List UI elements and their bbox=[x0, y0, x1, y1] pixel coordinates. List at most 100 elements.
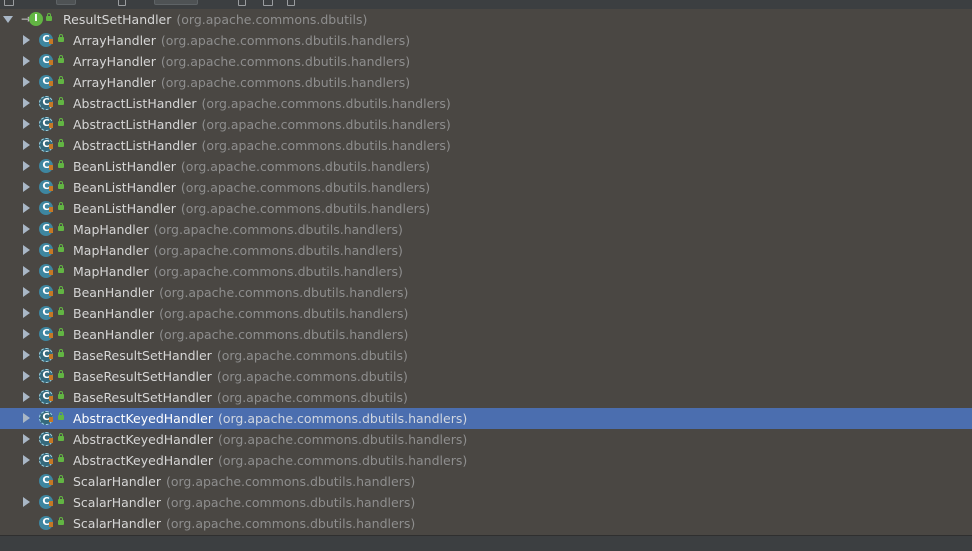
tree-row[interactable]: C ScalarHandler (org.apache.commons.dbutil… bbox=[0, 471, 972, 492]
toolbar-icon-scope[interactable] bbox=[118, 0, 126, 6]
class-name: BeanHandler bbox=[73, 327, 155, 342]
expand-arrow-icon[interactable] bbox=[23, 392, 30, 402]
tree-row[interactable]: C BaseResultSetHandler (org.apache.commons… bbox=[0, 387, 972, 408]
row-label: AbstractListHandler (org.apache.commons.d… bbox=[73, 117, 451, 132]
row-label: BaseResultSetHandler (org.apache.commons.… bbox=[73, 390, 408, 405]
tree-row[interactable]: C ArrayHandler (org.apache.commons.dbutils… bbox=[0, 72, 972, 93]
package-name: (org.apache.commons.dbutils.handlers) bbox=[165, 495, 416, 510]
tree-row[interactable]: C MapHandler (org.apache.commons.dbutils.h… bbox=[0, 219, 972, 240]
expand-arrow-icon[interactable] bbox=[23, 245, 30, 255]
row-label: MapHandler (org.apache.commons.dbutils.ha… bbox=[73, 243, 403, 258]
toolbar-icon-close[interactable] bbox=[287, 0, 295, 6]
class-name: BeanListHandler bbox=[73, 201, 176, 216]
lock-icon bbox=[58, 517, 64, 525]
tree-root-row[interactable]: → I ResultSetHandler (org.apache.commons.… bbox=[0, 9, 972, 30]
tree-row[interactable]: C AbstractKeyedHandler (org.apache.commons… bbox=[0, 450, 972, 471]
lock-icon bbox=[58, 55, 64, 63]
tree-row[interactable]: C BaseResultSetHandler (org.apache.commons… bbox=[0, 366, 972, 387]
type-hierarchy-window: → I ResultSetHandler (org.apache.commons.… bbox=[0, 0, 972, 551]
tree-row[interactable]: C BeanHandler (org.apache.commons.dbutils.… bbox=[0, 282, 972, 303]
package-name: (org.apache.commons.dbutils.handlers) bbox=[180, 180, 431, 195]
final-marker-icon bbox=[49, 249, 53, 254]
class-name: AbstractListHandler bbox=[73, 96, 197, 111]
expand-arrow-icon[interactable] bbox=[23, 371, 30, 381]
final-marker-icon bbox=[49, 522, 53, 527]
toolbar-toggle-button[interactable] bbox=[56, 0, 76, 5]
package-name: (org.apache.commons.dbutils.handlers) bbox=[159, 285, 409, 300]
class-name: AbstractKeyedHandler bbox=[73, 453, 213, 468]
tree-row[interactable]: C ScalarHandler (org.apache.commons.dbutil… bbox=[0, 513, 972, 534]
tree-row[interactable]: C BeanHandler (org.apache.commons.dbutils.… bbox=[0, 303, 972, 324]
row-label: BeanHandler (org.apache.commons.dbutils.h… bbox=[73, 306, 408, 321]
expand-arrow-icon[interactable] bbox=[23, 455, 30, 465]
expand-arrow-icon[interactable] bbox=[23, 119, 30, 129]
expand-arrow-icon[interactable] bbox=[23, 497, 30, 507]
tree-row[interactable]: C ArrayHandler (org.apache.commons.dbutils… bbox=[0, 51, 972, 72]
lock-icon bbox=[58, 118, 64, 126]
expand-arrow-icon[interactable] bbox=[23, 308, 30, 318]
collapse-arrow-icon[interactable] bbox=[3, 16, 13, 23]
expand-arrow-icon[interactable] bbox=[23, 350, 30, 360]
lock-icon bbox=[58, 370, 64, 378]
tree-row[interactable]: C BeanHandler (org.apache.commons.dbutils.… bbox=[0, 324, 972, 345]
lock-icon bbox=[58, 433, 64, 441]
expand-arrow-icon[interactable] bbox=[23, 161, 30, 171]
package-name: (org.apache.commons.dbutils.handlers) bbox=[201, 138, 451, 153]
expand-arrow-icon[interactable] bbox=[23, 266, 30, 276]
toolbar-icon-sort[interactable] bbox=[238, 0, 246, 6]
scope-dropdown[interactable] bbox=[154, 0, 198, 5]
expand-arrow-icon[interactable] bbox=[23, 203, 30, 213]
tree-row[interactable]: C BaseResultSetHandler (org.apache.commons… bbox=[0, 345, 972, 366]
tree-row[interactable]: C AbstractKeyedHandler (org.apache.commons… bbox=[0, 408, 972, 429]
final-marker-icon bbox=[49, 39, 53, 44]
package-name: (org.apache.commons.dbutils.handlers) bbox=[153, 243, 403, 258]
expand-arrow-icon[interactable] bbox=[23, 35, 30, 45]
tree-row[interactable]: C ArrayHandler (org.apache.commons.dbutils… bbox=[0, 30, 972, 51]
expand-arrow-icon[interactable] bbox=[23, 329, 30, 339]
final-marker-icon bbox=[49, 81, 53, 86]
final-marker-icon bbox=[49, 102, 53, 107]
final-marker-icon bbox=[49, 228, 53, 233]
row-label: BaseResultSetHandler (org.apache.commons.… bbox=[73, 369, 408, 384]
class-name: AbstractKeyedHandler bbox=[73, 432, 213, 447]
final-marker-icon bbox=[49, 165, 53, 170]
package-name: (org.apache.commons.dbutils.handlers) bbox=[160, 54, 411, 69]
tree-row[interactable]: C BeanListHandler (org.apache.commons.dbut… bbox=[0, 198, 972, 219]
class-name: AbstractKeyedHandler bbox=[73, 411, 213, 426]
expand-arrow-icon[interactable] bbox=[23, 56, 30, 66]
class-name: MapHandler bbox=[73, 243, 149, 258]
expand-arrow-icon[interactable] bbox=[23, 140, 30, 150]
expand-arrow-icon[interactable] bbox=[23, 413, 30, 423]
lock-icon bbox=[58, 412, 64, 420]
hierarchy-tree[interactable]: → I ResultSetHandler (org.apache.commons.… bbox=[0, 9, 972, 535]
tree-row[interactable]: C BeanListHandler (org.apache.commons.dbut… bbox=[0, 177, 972, 198]
expand-arrow-icon[interactable] bbox=[23, 182, 30, 192]
class-name: MapHandler bbox=[73, 222, 149, 237]
expand-arrow-icon[interactable] bbox=[23, 434, 30, 444]
tree-row[interactable]: C ScalarHandler (org.apache.commons.dbutil… bbox=[0, 492, 972, 513]
expand-arrow-icon[interactable] bbox=[23, 224, 30, 234]
root-class-name: ResultSetHandler bbox=[63, 12, 172, 27]
row-label: MapHandler (org.apache.commons.dbutils.ha… bbox=[73, 222, 403, 237]
row-label: ArrayHandler (org.apache.commons.dbutils.… bbox=[73, 54, 410, 69]
tree-row[interactable]: C AbstractListHandler (org.apache.commons.… bbox=[0, 93, 972, 114]
toolbar-icon-export[interactable] bbox=[263, 0, 273, 6]
class-name: BeanHandler bbox=[73, 285, 155, 300]
lock-icon bbox=[58, 496, 64, 504]
lock-icon bbox=[58, 223, 64, 231]
tree-row[interactable]: C MapHandler (org.apache.commons.dbutils.h… bbox=[0, 261, 972, 282]
lock-icon bbox=[58, 391, 64, 399]
row-label: BeanListHandler (org.apache.commons.dbuti… bbox=[73, 180, 430, 195]
tree-row[interactable]: C AbstractListHandler (org.apache.commons.… bbox=[0, 114, 972, 135]
expand-arrow-icon[interactable] bbox=[23, 77, 30, 87]
tree-row[interactable]: C MapHandler (org.apache.commons.dbutils.h… bbox=[0, 240, 972, 261]
expand-arrow-icon[interactable] bbox=[23, 98, 30, 108]
toolbar-icon-left[interactable] bbox=[4, 0, 14, 6]
tree-row[interactable]: C BeanListHandler (org.apache.commons.dbut… bbox=[0, 156, 972, 177]
expand-arrow-icon[interactable] bbox=[23, 287, 30, 297]
tree-row[interactable]: C AbstractKeyedHandler (org.apache.commons… bbox=[0, 429, 972, 450]
tree-row[interactable]: C AbstractListHandler (org.apache.commons.… bbox=[0, 135, 972, 156]
interface-icon: I bbox=[29, 12, 43, 26]
lock-icon bbox=[58, 265, 64, 273]
class-name: AbstractListHandler bbox=[73, 138, 197, 153]
